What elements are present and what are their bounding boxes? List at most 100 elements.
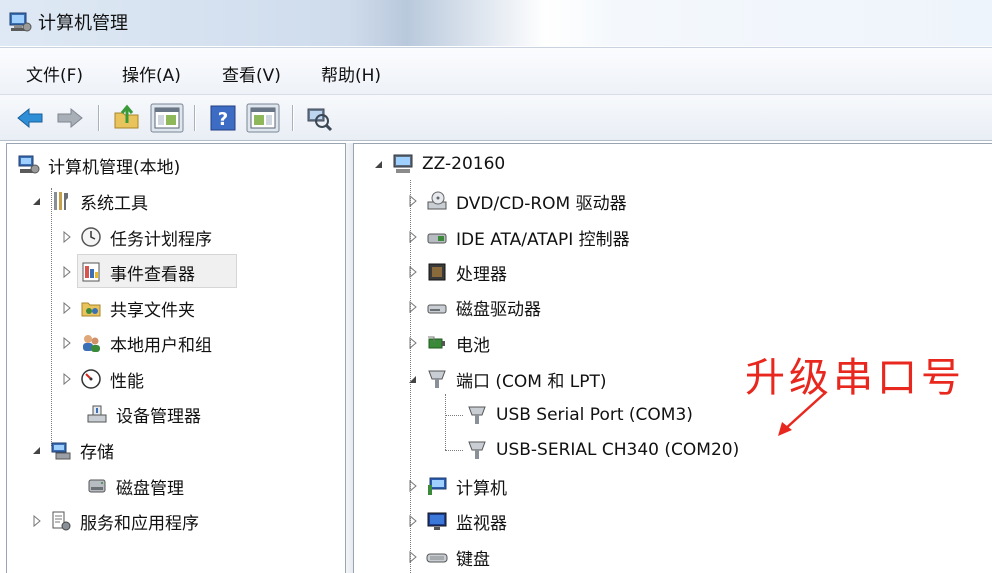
svg-text:?: ? xyxy=(218,109,228,130)
expand-arrow-icon[interactable] xyxy=(406,194,420,208)
device-category-battery[interactable]: 电池 xyxy=(406,327,490,359)
tree-label: 系统工具 xyxy=(80,193,148,214)
tree-label: USB-SERIAL CH340 (COM20) xyxy=(496,440,740,460)
expand-arrow-icon[interactable] xyxy=(30,514,44,528)
scan-hardware-icon[interactable] xyxy=(304,103,334,133)
device-root[interactable]: ZZ-20160 xyxy=(372,148,505,180)
tree-label: 设备管理器 xyxy=(116,406,201,427)
collapse-arrow-icon[interactable] xyxy=(372,157,386,171)
tree-label: 服务和应用程序 xyxy=(80,513,199,534)
port-icon xyxy=(468,441,486,459)
expand-arrow-icon[interactable] xyxy=(406,265,420,279)
tree-item-disk-management[interactable]: 磁盘管理 xyxy=(86,470,184,502)
port-icon xyxy=(428,370,446,388)
tree-label: 电池 xyxy=(456,335,490,356)
tree-label: 任务计划程序 xyxy=(110,229,212,250)
clock-icon xyxy=(81,227,101,247)
properties-icon[interactable] xyxy=(246,103,280,133)
expand-arrow-icon[interactable] xyxy=(406,514,420,528)
collapse-arrow-icon[interactable] xyxy=(30,443,44,457)
help-icon[interactable]: ? xyxy=(208,103,238,133)
tree-item-event-viewer[interactable]: 事件查看器 xyxy=(60,256,195,288)
tree-connector xyxy=(445,394,446,450)
tree-item-local-users[interactable]: 本地用户和组 xyxy=(60,327,212,359)
performance-gauge-icon xyxy=(81,369,101,389)
disk-drive-icon xyxy=(427,304,447,314)
tree-label: 计算机 xyxy=(456,478,507,499)
tree-connector xyxy=(51,188,52,446)
tree-item-task-scheduler[interactable]: 任务计划程序 xyxy=(60,221,212,253)
tree-label: 键盘 xyxy=(456,549,490,570)
show-hide-tree-icon[interactable] xyxy=(150,103,184,133)
tree-label: IDE ATA/ATAPI 控制器 xyxy=(456,229,630,250)
menu-action[interactable]: 操作(A) xyxy=(122,61,181,86)
menu-file[interactable]: 文件(F) xyxy=(26,61,83,86)
device-usb-serial-port[interactable]: USB Serial Port (COM3) xyxy=(466,399,693,431)
expand-arrow-icon[interactable] xyxy=(60,372,74,386)
tree-item-services[interactable]: 服务和应用程序 xyxy=(30,505,199,537)
expand-arrow-icon[interactable] xyxy=(60,230,74,244)
device-category-monitors[interactable]: 监视器 xyxy=(406,505,507,537)
toolbar: ? xyxy=(0,95,992,141)
device-category-processor[interactable]: 处理器 xyxy=(406,256,507,288)
shared-folder-icon xyxy=(81,302,101,317)
expand-arrow-icon[interactable] xyxy=(406,336,420,350)
monitor-icon xyxy=(427,512,447,530)
back-icon[interactable] xyxy=(14,103,46,133)
tree-item-storage[interactable]: 存储 xyxy=(30,434,114,466)
tree-label: 计算机管理(本地) xyxy=(48,157,181,178)
tree-label: DVD/CD-ROM 驱动器 xyxy=(456,193,627,214)
pane-splitter[interactable] xyxy=(345,143,354,573)
device-category-dvd[interactable]: DVD/CD-ROM 驱动器 xyxy=(406,185,627,217)
tree-connector xyxy=(445,450,463,451)
tree-label: 本地用户和组 xyxy=(110,335,212,356)
processor-icon xyxy=(428,263,446,281)
tree-label: 端口 (COM 和 LPT) xyxy=(456,371,607,392)
tree-label: 处理器 xyxy=(456,264,507,285)
battery-icon xyxy=(428,336,445,349)
computer-icon xyxy=(393,154,413,173)
window-title: 计算机管理 xyxy=(38,13,128,34)
annotation-arrow-icon xyxy=(778,392,826,436)
forward-icon[interactable] xyxy=(54,103,86,133)
ide-controller-icon xyxy=(427,233,447,244)
tree-item-shared-folders[interactable]: 共享文件夹 xyxy=(60,292,195,324)
tree-item-performance[interactable]: 性能 xyxy=(60,363,144,395)
expand-arrow-icon[interactable] xyxy=(406,230,420,244)
collapse-arrow-icon[interactable] xyxy=(406,372,420,386)
tree-label: 监视器 xyxy=(456,513,507,534)
expand-arrow-icon[interactable] xyxy=(406,300,420,314)
expand-arrow-icon[interactable] xyxy=(60,265,74,279)
disk-management-icon xyxy=(88,479,106,493)
expand-arrow-icon[interactable] xyxy=(406,550,420,564)
tree-label: 磁盘驱动器 xyxy=(456,299,541,320)
keyboard-icon xyxy=(426,553,448,563)
computer-icon xyxy=(428,477,447,495)
tree-item-root[interactable]: 计算机管理(本地) xyxy=(18,149,180,181)
tree-item-device-manager[interactable]: 设备管理器 xyxy=(86,398,201,430)
storage-icon xyxy=(51,442,71,460)
menu-view[interactable]: 查看(V) xyxy=(222,61,281,86)
tree-label: 存储 xyxy=(80,442,114,463)
device-category-computer[interactable]: 计算机 xyxy=(406,470,507,502)
dvd-drive-icon xyxy=(427,191,447,210)
tree-item-system-tools[interactable]: 系统工具 xyxy=(30,185,148,217)
device-category-ide[interactable]: IDE ATA/ATAPI 控制器 xyxy=(406,221,630,253)
menu-bar: 文件(F) 操作(A) 查看(V) 帮助(H) xyxy=(0,47,992,95)
device-usb-serial-ch340[interactable]: USB-SERIAL CH340 (COM20) xyxy=(466,434,739,466)
collapse-arrow-icon[interactable] xyxy=(30,194,44,208)
expand-arrow-icon[interactable] xyxy=(60,336,74,350)
title-bar: 计算机管理 xyxy=(0,0,992,46)
event-viewer-icon xyxy=(82,262,100,282)
expand-arrow-icon[interactable] xyxy=(406,479,420,493)
menu-help[interactable]: 帮助(H) xyxy=(321,61,381,86)
tree-label: ZZ-20160 xyxy=(422,154,506,174)
expand-arrow-icon[interactable] xyxy=(60,301,74,315)
device-category-ports[interactable]: 端口 (COM 和 LPT) xyxy=(406,363,607,395)
tree-label: 性能 xyxy=(110,371,144,392)
tree-label: USB Serial Port (COM3) xyxy=(496,405,693,425)
device-category-disk-drives[interactable]: 磁盘驱动器 xyxy=(406,291,541,323)
up-folder-icon[interactable] xyxy=(112,103,142,133)
tools-icon xyxy=(54,192,68,210)
device-category-keyboard[interactable]: 键盘 xyxy=(406,541,490,573)
